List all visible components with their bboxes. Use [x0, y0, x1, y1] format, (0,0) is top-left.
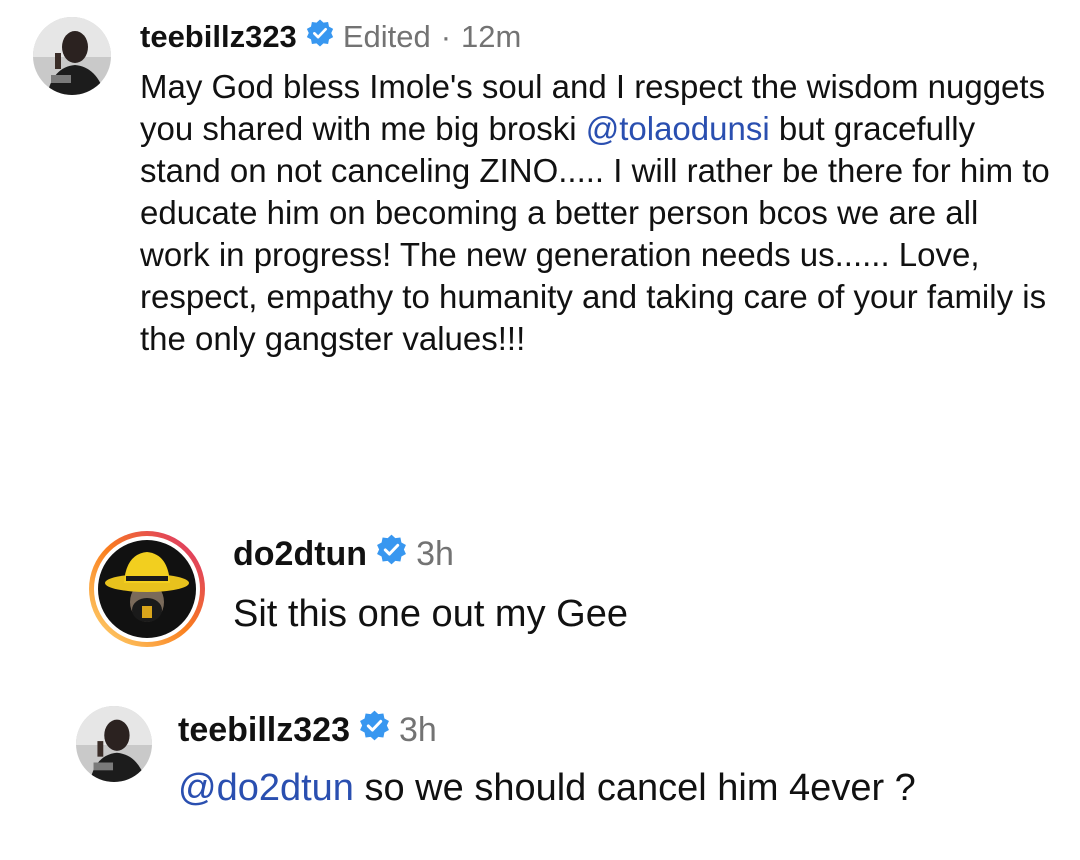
edited-label: Edited — [342, 19, 431, 54]
avatar[interactable] — [86, 528, 208, 650]
avatar[interactable] — [76, 706, 152, 782]
comment-time: 3h — [416, 534, 454, 573]
story-ring-avatar-icon — [89, 531, 205, 647]
username[interactable]: do2dtun — [233, 535, 367, 574]
comment-header: teebillz323 3h — [178, 706, 437, 754]
avatar[interactable] — [33, 17, 111, 95]
comment-header: do2dtun 3h — [233, 530, 454, 578]
comment-header: teebillz323 Edited · 12m — [140, 15, 521, 59]
mention-link[interactable]: @tolaodunsi — [586, 110, 770, 147]
verified-badge-icon — [305, 18, 335, 56]
verified-badge-icon — [375, 533, 408, 575]
profile-photo-icon — [76, 706, 152, 782]
comment-text: @do2dtun so we should cancel him 4ever ? — [178, 765, 1048, 811]
comment-text: Sit this one out my Gee — [233, 593, 628, 635]
comment-text: May God bless Imole's soul and I respect… — [140, 66, 1050, 360]
comment-time: 3h — [398, 710, 437, 749]
username[interactable]: teebillz323 — [140, 19, 297, 55]
profile-photo-icon — [33, 17, 111, 95]
comment-text-part: but gracefully stand on not canceling ZI… — [140, 110, 1050, 357]
meta-separator: · — [440, 19, 452, 54]
verified-badge-icon — [358, 709, 391, 751]
comment-text-part: so we should cancel him 4ever ? — [353, 767, 916, 809]
username[interactable]: teebillz323 — [178, 711, 350, 750]
mention-link[interactable]: @do2dtun — [178, 767, 354, 809]
comment-time: 12m — [461, 19, 522, 54]
